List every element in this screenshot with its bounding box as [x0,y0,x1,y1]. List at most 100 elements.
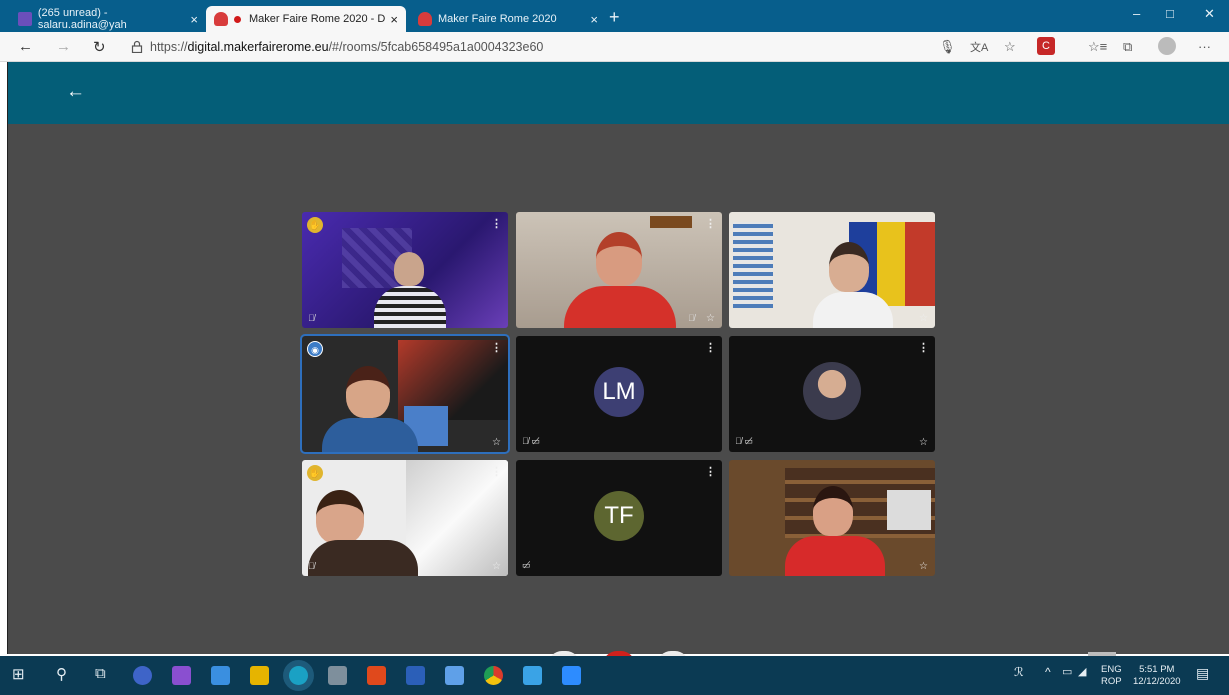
translate-icon[interactable]: 文A [970,39,988,55]
participant-tile[interactable]: ⋮ 🎙̸ ☆ [516,212,722,328]
participant-face [316,490,364,544]
close-tab-icon[interactable]: × [190,12,198,27]
participant-initials-avatar: LM [594,367,644,417]
close-window-button[interactable]: ✕ [1204,6,1215,22]
language-secondary: ROP [1101,676,1122,687]
participant-face [596,232,642,286]
edge-icon[interactable] [289,666,308,685]
more-options-icon[interactable]: ⋮ [705,217,716,230]
close-tab-icon[interactable]: × [590,12,598,27]
outlook-icon[interactable] [133,666,152,685]
favorite-icon[interactable]: ☆ [1004,39,1016,55]
zoom-icon[interactable] [562,666,581,685]
collections-icon[interactable]: ⧉ [1123,39,1132,55]
windows-taskbar: ⊞ ⚲ ⧉ ℛ ^ ▭ ◢ ENG ROP 5:51 PM 12/12/2020… [0,656,1229,695]
participant-face [813,486,853,536]
office-icon[interactable] [367,666,386,685]
mic-and-camera-off-icon: 🎙̸ ▭̸ [522,436,540,446]
tab-label: Maker Faire Rome 2020 [438,13,557,25]
tab-maker-faire[interactable]: Maker Faire Rome 2020 × [410,6,606,32]
star-icon[interactable]: ☆ [919,561,928,572]
participant-face [346,366,390,418]
participant-face [829,242,869,292]
people-icon[interactable]: ℛ [1014,665,1024,679]
camera-off-icon: ▭̸ [522,560,531,570]
participant-initials-avatar: TF [594,491,644,541]
tab-maker-faire-active[interactable]: Maker Faire Rome 2020 - D × [206,6,406,32]
task-view-icon[interactable]: ⧉ [95,665,106,682]
url-field[interactable]: https://digital.makerfairerome.eu/#/room… [150,40,543,54]
participant-tile[interactable]: LM ⋮ 🎙̸ ▭̸ [516,336,722,452]
more-options-icon[interactable]: ⋮ [491,341,502,354]
app-header: ← [8,62,1229,124]
clock[interactable]: 5:51 PM 12/12/2020 [1133,664,1181,688]
notifications-icon[interactable]: ▤ [1196,665,1209,682]
lock-icon[interactable] [131,40,143,56]
feedback-icon[interactable] [328,666,347,685]
minimize-button[interactable]: – [1133,6,1140,21]
window-edge [0,62,8,654]
participant-tile[interactable]: ☆ [729,212,935,328]
clock-date: 12/12/2020 [1133,676,1181,687]
extension-icon[interactable]: C [1037,37,1055,55]
star-icon[interactable]: ☆ [492,437,501,448]
chrome-icon[interactable] [484,666,503,685]
windows-start-icon[interactable]: ⊞ [12,665,25,683]
participant-tile-active-speaker[interactable]: ◉ ⋮ ☆ [300,334,510,454]
participant-tile[interactable]: TF ⋮ ▭̸ [516,460,722,576]
word-icon[interactable] [406,666,425,685]
new-tab-button[interactable]: + [609,7,620,28]
participant-tile[interactable]: ✋ ⋮ 🎙̸ ☆ [302,460,508,576]
participant-tile[interactable]: ✋ ⋮ 🎙̸ [302,212,508,328]
more-options-icon[interactable]: ⋮ [705,341,716,354]
tab-mail[interactable]: (265 unread) - salaru.adina@yah × [10,6,206,32]
mic-and-camera-off-icon: 🎙̸ ▭̸ [735,436,753,446]
more-options-icon[interactable]: ⋮ [705,465,716,478]
speaking-icon: ◉ [307,341,323,357]
star-icon[interactable]: ☆ [919,313,928,324]
maker-faire-logo-icon [214,12,228,26]
more-icon[interactable]: ··· [1198,39,1211,54]
battery-icon[interactable]: ▭ [1062,665,1072,678]
maker-faire-logo-icon [418,12,432,26]
more-options-icon[interactable]: ⋮ [491,465,502,478]
mail-icon[interactable] [211,666,230,685]
raised-hand-icon: ✋ [307,465,323,481]
forward-button[interactable]: → [56,38,71,55]
search-icon[interactable]: ⚲ [56,665,67,683]
participant-tile[interactable]: ☆ [729,460,935,576]
maximize-button[interactable]: □ [1166,6,1174,21]
document-icon[interactable] [445,666,464,685]
close-tab-icon[interactable]: × [390,12,398,27]
video-stage: ✋ ⋮ 🎙̸ ⋮ 🎙̸ ☆ ☆ ◉ ⋮ ☆ LM ⋮ 🎙̸ ▭̸ ⋮ 🎙̸ ▭̸… [8,124,1229,654]
wifi-icon[interactable]: ◢ [1078,665,1086,678]
clock-time: 5:51 PM [1139,664,1175,675]
participant-tile[interactable]: ⋮ 🎙̸ ▭̸ ☆ [729,336,935,452]
mail-icon [18,12,32,26]
tab-label: (265 unread) - salaru.adina@yah [37,7,127,31]
app-icon[interactable] [523,666,542,685]
language-primary: ENG [1101,664,1122,675]
file-explorer-icon[interactable] [250,666,269,685]
refresh-button[interactable]: ↻ [93,38,106,56]
url-domain: digital.makerfairerome.eu [187,40,329,54]
star-icon[interactable]: ☆ [492,561,501,572]
mic-muted-icon: 🎙̸ [688,313,695,323]
url-path: /#/rooms/5fcab658495a1a0004323e60 [328,40,544,54]
favorites-bar-icon[interactable]: ☆≡ [1088,39,1107,55]
tray-chevron-icon[interactable]: ^ [1045,665,1051,679]
language-indicator[interactable]: ENG ROP [1101,664,1122,688]
visual-studio-icon[interactable] [172,666,191,685]
tab-label: Maker Faire Rome 2020 - D [249,13,386,25]
star-icon[interactable]: ☆ [919,437,928,448]
back-button[interactable]: ← [18,38,33,55]
more-options-icon[interactable]: ⋮ [491,217,502,230]
url-scheme: https:// [150,40,188,54]
more-options-icon[interactable]: ⋮ [918,341,929,354]
back-arrow-icon[interactable]: ← [66,81,85,103]
recording-dot-icon [234,15,241,23]
profile-icon[interactable] [1158,37,1176,55]
microphone-icon[interactable]: 🎙 [939,39,956,55]
star-icon[interactable]: ☆ [706,313,715,324]
participant-face [394,252,424,286]
